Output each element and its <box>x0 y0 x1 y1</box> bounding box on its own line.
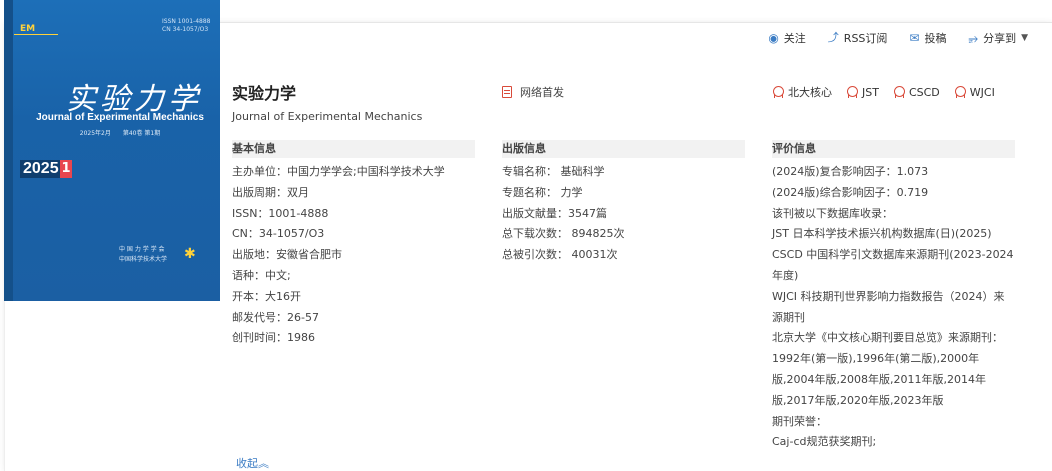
cover-issn: ISSN 1001-4888 CN 34-1057/O3 <box>162 18 211 33</box>
cover-publisher: 中 国 力 学 学 会 中国科学技术大学 <box>119 246 168 263</box>
award-icon <box>954 86 966 98</box>
info-row: 总被引次数： 40031次 <box>502 248 618 262</box>
publish-info-heading: 出版信息 <box>502 140 745 158</box>
badge-pku: 北大核心 <box>772 84 832 100</box>
info-row: (2024版)综合影响因子：0.719 <box>772 185 929 199</box>
basic-info-section: 基本信息 主办单位：中国力学学会;中国科学技术大学 出版周期：双月 ISSN：1… <box>232 140 475 349</box>
publish-info-section: 出版信息 专辑名称： 基础科学 专题名称： 力学 出版文献量：3547篇 总下载… <box>502 140 745 266</box>
info-row: 出版地：安徽省合肥市 <box>232 248 342 262</box>
cover-en-title: Journal of Experimental Mechanics <box>36 112 204 123</box>
collapse-link[interactable]: 收起︽ <box>236 455 269 471</box>
cover-issue: 2025年2月 第40卷 第1期 <box>79 130 161 137</box>
eval-info-section: 评价信息 (2024版)复合影响因子：1.073 (2024版)综合影响因子：0… <box>772 140 1015 453</box>
index-badges: 北大核心 JST CSCD WJCI <box>772 84 995 100</box>
cover-stripe <box>4 0 13 301</box>
share-icon: ⭈ <box>968 31 979 45</box>
rss-icon: ⤴ <box>827 31 839 44</box>
journal-en-title: Journal of Experimental Mechanics <box>232 110 423 123</box>
badge-jst: JST <box>846 84 879 100</box>
toolbar: ◉ 关注 ⤴ RSS订阅 ✉ 投稿 ⭈ 分享到 ▼ <box>768 30 1028 46</box>
eval-info-heading: 评价信息 <box>772 140 1015 158</box>
info-row: 出版文献量：3547篇 <box>502 206 607 220</box>
info-row: 总下载次数： 894825次 <box>502 227 625 241</box>
info-row: 语种：中文; <box>232 268 291 282</box>
info-row: 专辑名称： 基础科学 <box>502 165 605 178</box>
cover-logo-line <box>14 34 58 35</box>
info-row: CSCD 中国科学引文数据库来源期刊(2023-2024年度) <box>772 248 1014 282</box>
info-row: 1992年(第一版),1996年(第二版),2000年版,2004年版,2008… <box>772 352 986 407</box>
info-row: 北京大学《中文核心期刊要目总览》来源期刊： <box>772 331 1003 345</box>
award-icon <box>772 86 784 98</box>
eye-icon: ◉ <box>768 31 779 45</box>
info-row: 期刊荣誉： <box>772 414 827 428</box>
badge-wjci: WJCI <box>954 84 995 100</box>
journal-cover[interactable]: EM ISSN 1001-4888 CN 34-1057/O3 实验力学 Jou… <box>4 0 220 301</box>
journal-title: 实验力学 <box>232 84 297 103</box>
award-icon <box>846 86 858 98</box>
cover-logo-icon: EM <box>20 24 36 34</box>
info-row: 创刊时间：1986 <box>232 331 315 345</box>
award-icon <box>893 86 905 98</box>
cover-issue-no: 1 <box>60 160 72 178</box>
chevron-down-icon: ▼ <box>1021 33 1028 43</box>
follow-button[interactable]: ◉ 关注 <box>768 30 805 46</box>
document-icon <box>502 86 512 98</box>
info-row: Caj-cd规范获奖期刊; <box>772 435 877 449</box>
info-row: 主办单位：中国力学学会;中国科学技术大学 <box>232 165 445 178</box>
rss-button[interactable]: ⤴ RSS订阅 <box>828 30 888 46</box>
info-row: 专题名称： 力学 <box>502 185 583 199</box>
online-first-link[interactable]: 网络首发 <box>502 84 564 100</box>
info-row: CN：34-1057/O3 <box>232 227 325 241</box>
info-row: WJCI 科技期刊世界影响力指数报告（2024）来源期刊 <box>772 289 1005 324</box>
submit-button[interactable]: ✉ 投稿 <box>909 30 946 46</box>
info-row: ISSN：1001-4888 <box>232 206 329 220</box>
publisher-mark-icon: ✱ <box>184 246 196 262</box>
share-button[interactable]: ⭈ 分享到 ▼ <box>968 30 1028 46</box>
badge-cscd: CSCD <box>893 84 940 100</box>
basic-info-heading: 基本信息 <box>232 140 475 158</box>
info-row: (2024版)复合影响因子：1.073 <box>772 165 929 178</box>
cover-year: 2025 <box>20 160 62 178</box>
info-row: JST 日本科学技术振兴机构数据库(日)(2025) <box>772 227 992 241</box>
info-row: 该刊被以下数据库收录： <box>772 206 893 220</box>
info-row: 邮发代号：26-57 <box>232 310 319 324</box>
info-row: 开本：大16开 <box>232 289 301 303</box>
info-row: 出版周期：双月 <box>232 185 309 199</box>
envelope-icon: ✉ <box>909 31 920 45</box>
